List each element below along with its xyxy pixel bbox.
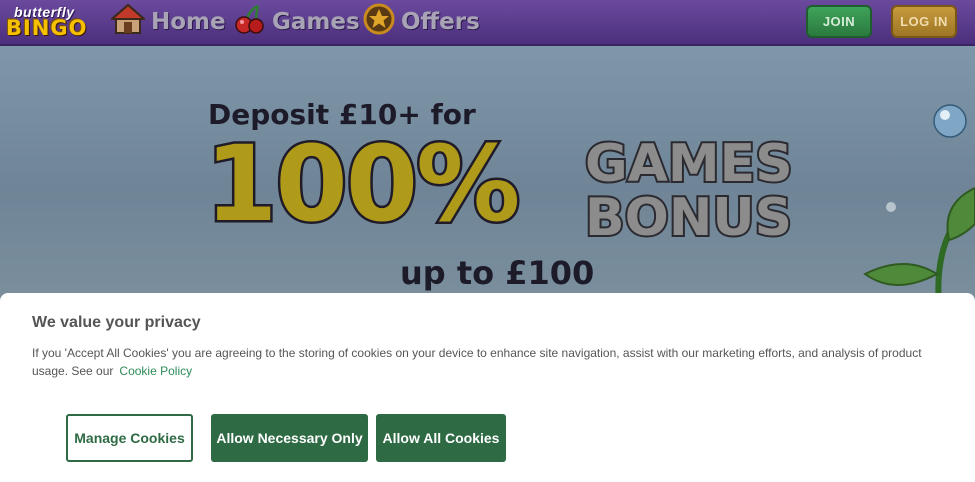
cookie-policy-link[interactable]: Cookie Policy bbox=[119, 364, 192, 378]
promo-games-word: GAMES bbox=[583, 134, 795, 194]
manage-cookies-button[interactable]: Manage Cookies bbox=[66, 414, 193, 462]
allow-necessary-only-button[interactable]: Allow Necessary Only bbox=[211, 414, 368, 462]
star-icon bbox=[363, 3, 395, 41]
butterfly-bingo-logo[interactable]: butterfly BINGO bbox=[6, 4, 88, 40]
promo-bonus-word: BONUS bbox=[583, 188, 794, 248]
top-navigation-bar: butterfly BINGO Home Games Offers JOIN L… bbox=[0, 0, 975, 46]
promo-percentage: 100% bbox=[202, 123, 522, 245]
bingo-ball-decoration bbox=[933, 104, 967, 143]
logo-bottom-text: BINGO bbox=[6, 16, 88, 40]
plant-decoration bbox=[845, 184, 975, 306]
nav-games-label: Games bbox=[272, 9, 360, 35]
nav-games[interactable]: Games bbox=[234, 3, 360, 41]
login-button[interactable]: LOG IN bbox=[891, 5, 957, 38]
allow-all-cookies-button[interactable]: Allow All Cookies bbox=[376, 414, 506, 462]
join-button[interactable]: JOIN bbox=[806, 5, 872, 38]
promo-line-upto: up to £100 bbox=[400, 254, 595, 292]
cherries-icon bbox=[234, 3, 266, 41]
promo-banner[interactable]: Deposit £10+ for 100% GAMES BONUS up to … bbox=[0, 46, 975, 306]
nav-offers[interactable]: Offers bbox=[363, 3, 480, 41]
cookie-description: If you 'Accept All Cookies' you are agre… bbox=[32, 344, 942, 380]
nav-home[interactable]: Home bbox=[109, 3, 226, 41]
cookie-title: We value your privacy bbox=[32, 314, 201, 331]
nav-home-label: Home bbox=[151, 9, 226, 35]
nav-offers-label: Offers bbox=[401, 9, 480, 35]
cookie-consent-banner: We value your privacy If you 'Accept All… bbox=[0, 293, 975, 482]
house-icon bbox=[109, 3, 147, 41]
